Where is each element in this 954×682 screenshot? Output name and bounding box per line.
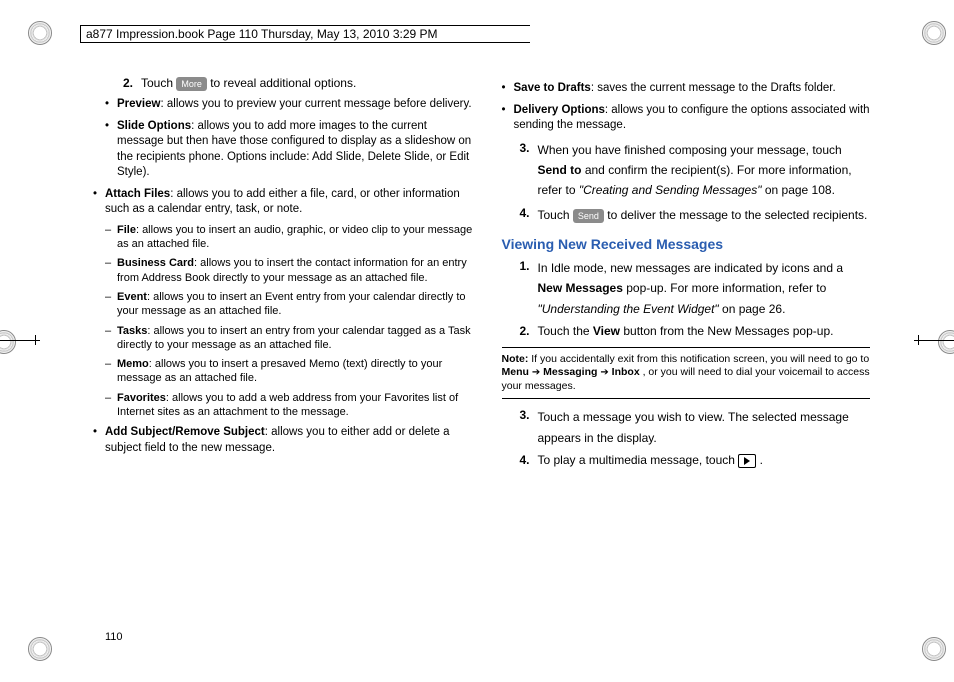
page-body: 2. Touch More to reveal additional optio…	[105, 75, 870, 645]
page-header-text: a877 Impression.book Page 110 Thursday, …	[86, 27, 438, 41]
text: on page 26.	[719, 302, 786, 316]
text: to deliver the message to the selected r…	[607, 208, 867, 222]
menu-path: Menu	[502, 366, 529, 378]
note-block: Note: If you accidentally exit from this…	[502, 347, 871, 399]
text: When you have finished composing your me…	[538, 143, 842, 157]
step-text: Touch Send to deliver the message to the…	[538, 205, 871, 225]
list-item: Preview: allows you to preview your curr…	[105, 97, 474, 113]
send-button-icon: Send	[573, 209, 604, 223]
label: Favorites	[117, 392, 166, 404]
label: Preview	[117, 98, 160, 110]
left-column: 2. Touch More to reveal additional optio…	[105, 75, 474, 645]
section-heading: Viewing New Received Messages	[502, 235, 871, 254]
registration-mark	[28, 21, 52, 45]
list-item: Delivery Options: allows you to configur…	[502, 103, 871, 134]
text: : allows you to add a web address from y…	[117, 392, 458, 418]
step-number: 4.	[502, 452, 538, 468]
text: : allows you to preview your current mes…	[160, 98, 471, 110]
label: Tasks	[117, 325, 147, 337]
step-text: Touch More to reveal additional options.	[141, 75, 474, 91]
text: : allows you to insert a presaved Memo (…	[117, 358, 442, 384]
options-list: Preview: allows you to preview your curr…	[105, 97, 474, 456]
step-text: When you have finished composing your me…	[538, 140, 871, 201]
text: : allows you to insert an Event entry fr…	[117, 291, 466, 317]
step-number: 2.	[502, 323, 538, 339]
list-item: Slide Options: allows you to add more im…	[105, 119, 474, 181]
view-step-2: 2. Touch the View button from the New Me…	[502, 323, 871, 339]
step-4: 4. Touch Send to deliver the message to …	[502, 205, 871, 225]
label: Slide Options	[117, 120, 191, 132]
reference: "Creating and Sending Messages"	[579, 183, 762, 197]
step-3: 3. When you have finished composing your…	[502, 140, 871, 201]
list-item: Attach Files: allows you to add either a…	[93, 187, 474, 420]
label: Add Subject/Remove Subject	[105, 426, 265, 438]
text: To play a multimedia message, touch	[538, 453, 739, 467]
list-item: Memo: allows you to insert a presaved Me…	[105, 357, 474, 386]
view-step-3: 3. Touch a message you wish to view. The…	[502, 407, 871, 448]
text: Touch	[538, 208, 573, 222]
menu-path: Inbox	[612, 366, 640, 378]
label: Save to Drafts	[514, 82, 591, 94]
text: : allows you to insert an entry from you…	[117, 325, 471, 351]
text: : saves the current message to the Draft…	[591, 82, 836, 94]
list-item: File: allows you to insert an audio, gra…	[105, 223, 474, 252]
text: If you accidentally exit from this notif…	[531, 353, 869, 365]
step-2: 2. Touch More to reveal additional optio…	[105, 75, 474, 91]
view-step-4: 4. To play a multimedia message, touch .	[502, 452, 871, 468]
label: File	[117, 224, 136, 236]
text: Touch	[141, 76, 176, 90]
menu-path: Messaging	[543, 366, 597, 378]
step-number: 3.	[502, 140, 538, 201]
text: In Idle mode, new messages are indicated…	[538, 261, 844, 275]
note-label: Note:	[502, 353, 529, 365]
step-text: Touch the View button from the New Messa…	[538, 323, 871, 339]
registration-mark	[922, 21, 946, 45]
step-number: 1.	[502, 258, 538, 319]
label: View	[593, 324, 620, 338]
step-text: To play a multimedia message, touch .	[538, 452, 871, 468]
label: Attach Files	[105, 188, 170, 200]
label: Business Card	[117, 257, 194, 269]
label: New Messages	[538, 281, 623, 295]
label: Delivery Options	[514, 104, 605, 116]
text: pop-up. For more information, refer to	[623, 281, 826, 295]
step-number: 2.	[105, 75, 141, 91]
text: on page 108.	[762, 183, 835, 197]
text: button from the New Messages pop-up.	[620, 324, 833, 338]
step-text: Touch a message you wish to view. The se…	[538, 407, 871, 448]
options-list-cont: Save to Drafts: saves the current messag…	[502, 81, 871, 134]
arrow-icon: ➔	[600, 367, 608, 380]
registration-mark	[922, 637, 946, 661]
list-item: Tasks: allows you to insert an entry fro…	[105, 324, 474, 353]
list-item: Event: allows you to insert an Event ent…	[105, 290, 474, 319]
page-number: 110	[105, 630, 123, 645]
list-item: Business Card: allows you to insert the …	[105, 256, 474, 285]
attach-sublist: File: allows you to insert an audio, gra…	[105, 223, 474, 420]
label: Send to	[538, 163, 582, 177]
play-icon	[738, 454, 756, 468]
registration-mark	[0, 330, 16, 354]
reference: "Understanding the Event Widget"	[538, 302, 719, 316]
step-number: 4.	[502, 205, 538, 225]
text: .	[756, 453, 763, 467]
more-button-icon: More	[176, 77, 207, 91]
list-item: Favorites: allows you to add a web addre…	[105, 391, 474, 420]
text: Touch the	[538, 324, 593, 338]
list-item: Add Subject/Remove Subject: allows you t…	[93, 425, 474, 456]
registration-mark	[938, 330, 954, 354]
registration-mark	[28, 637, 52, 661]
view-step-1: 1. In Idle mode, new messages are indica…	[502, 258, 871, 319]
right-column: Save to Drafts: saves the current messag…	[502, 75, 871, 645]
text: : allows you to insert an audio, graphic…	[117, 224, 472, 250]
label: Event	[117, 291, 147, 303]
step-text: In Idle mode, new messages are indicated…	[538, 258, 871, 319]
text: to reveal additional options.	[210, 76, 356, 90]
label: Memo	[117, 358, 149, 370]
list-item: Save to Drafts: saves the current messag…	[502, 81, 871, 97]
arrow-icon: ➔	[532, 367, 540, 380]
step-number: 3.	[502, 407, 538, 448]
